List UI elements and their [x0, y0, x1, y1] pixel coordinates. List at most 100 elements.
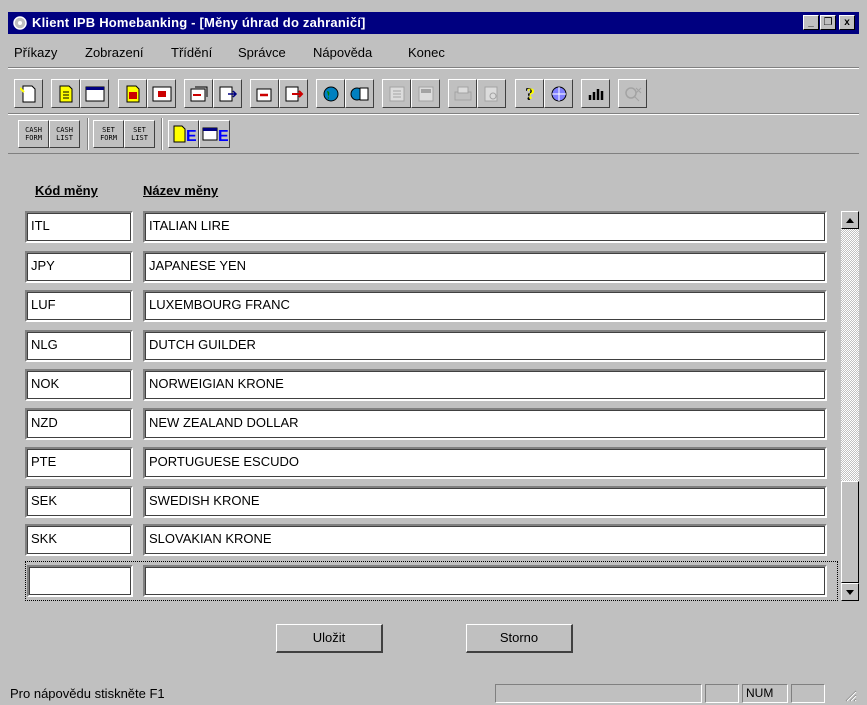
svg-text:E: E	[218, 128, 228, 144]
status-pane-caps	[705, 684, 739, 703]
help-button[interactable]: ??	[515, 79, 544, 108]
secondary-toolbar: CASH FORM CASH LIST SET FORM SET LIST E …	[8, 116, 859, 152]
menu-prikazy[interactable]: Příkazy	[14, 45, 57, 60]
currency-code-field[interactable]: SEK	[25, 486, 133, 518]
form-view-button[interactable]	[80, 79, 109, 108]
currency-code-field[interactable]: NOK	[25, 369, 133, 401]
vertical-scrollbar[interactable]	[841, 211, 859, 601]
disconnect-bank-button[interactable]	[345, 79, 374, 108]
set-form-button[interactable]: SET FORM	[93, 120, 124, 148]
set-list-label-top: SET	[133, 126, 146, 134]
new-currency-name-field[interactable]	[143, 565, 827, 597]
app-icon	[13, 16, 27, 30]
title-bar[interactable]: Klient IPB Homebanking - [Měny úhrad do …	[8, 12, 859, 34]
set-form-label-bottom: FORM	[100, 134, 117, 142]
menu-zobrazeni[interactable]: Zobrazení	[85, 45, 144, 60]
currency-name-field[interactable]: NEW ZEALAND DOLLAR	[143, 408, 827, 440]
currency-code-field[interactable]: PTE	[25, 447, 133, 479]
edit-document-icon	[59, 85, 72, 102]
currency-name-field[interactable]: SWEDISH KRONE	[143, 486, 827, 518]
detail-view-button[interactable]	[411, 79, 440, 108]
currency-code-field[interactable]: JPY	[25, 251, 133, 283]
delete-document-icon	[126, 85, 139, 102]
currency-code-field[interactable]: SKK	[25, 524, 133, 556]
app-window: Klient IPB Homebanking - [Měny úhrad do …	[8, 0, 859, 705]
import-icon	[190, 86, 207, 101]
cash-list-label-bottom: LIST	[56, 134, 73, 142]
minimize-button[interactable]: _	[803, 15, 819, 30]
print-preview-button[interactable]	[477, 79, 506, 108]
globe-help-icon	[551, 86, 566, 101]
print-button[interactable]	[448, 79, 477, 108]
currency-name-field[interactable]: LUXEMBOURG FRANC	[143, 290, 827, 322]
scroll-down-arrow-icon	[846, 589, 854, 595]
export-button[interactable]	[213, 79, 242, 108]
cash-list-label-top: CASH	[56, 126, 73, 134]
edit-form-e-button[interactable]: E	[168, 120, 199, 148]
currency-code-field[interactable]: LUF	[25, 290, 133, 322]
statistics-button[interactable]	[581, 79, 610, 108]
status-pane-main	[495, 684, 702, 703]
delete-document-button[interactable]	[118, 79, 147, 108]
currency-code-field[interactable]: NZD	[25, 408, 133, 440]
currency-name-field[interactable]: SLOVAKIAN KRONE	[143, 524, 827, 556]
menu-trideni[interactable]: Třídění	[171, 45, 212, 60]
connect-bank-button[interactable]	[316, 79, 345, 108]
list-form-e-button[interactable]: E	[199, 120, 230, 148]
scroll-up-button[interactable]	[841, 211, 859, 229]
currency-code-field[interactable]: NLG	[25, 330, 133, 362]
currency-name-field[interactable]: JAPANESE YEN	[143, 251, 827, 283]
save-button[interactable]: Uložit	[276, 624, 383, 653]
currency-name-field[interactable]: DUTCH GUILDER	[143, 330, 827, 362]
globe-icon	[323, 86, 338, 101]
resize-grip-icon[interactable]	[843, 688, 857, 702]
currency-name-field[interactable]: NORWEIGIAN KRONE	[143, 369, 827, 401]
cancel-button[interactable]: Storno	[466, 624, 573, 653]
set-list-button[interactable]: SET LIST	[124, 120, 155, 148]
menu-napoveda[interactable]: Nápověda	[313, 45, 372, 60]
cash-form-button[interactable]: CASH FORM	[18, 120, 49, 148]
bar-chart-icon	[588, 88, 603, 100]
cash-list-button[interactable]: CASH LIST	[49, 120, 80, 148]
form-view-icon	[85, 86, 104, 101]
svg-text:?: ?	[527, 86, 535, 103]
toolbar-divider	[8, 67, 859, 69]
export-icon	[219, 86, 237, 101]
scroll-up-arrow-icon	[846, 217, 854, 223]
list-view-icon	[389, 86, 404, 101]
menu-spravce[interactable]: Správce	[238, 45, 286, 60]
new-currency-code-field[interactable]	[27, 565, 133, 597]
delete-record-button[interactable]	[147, 79, 176, 108]
window-title: Klient IPB Homebanking - [Měny úhrad do …	[32, 15, 366, 30]
status-bar: Pro nápovědu stiskněte F1 NUM	[8, 683, 859, 705]
scroll-down-button[interactable]	[841, 583, 859, 601]
new-document-icon	[19, 85, 35, 102]
new-document-button[interactable]	[14, 79, 43, 108]
delete-record-icon	[152, 86, 171, 101]
cash-form-label-bottom: FORM	[25, 134, 42, 142]
globe-document-icon	[350, 87, 368, 100]
currency-code-field[interactable]: ITL	[25, 211, 133, 243]
web-help-button[interactable]	[544, 79, 573, 108]
menu-bar: Příkazy Zobrazení Třídění Správce Nápově…	[8, 40, 859, 64]
send-record-button[interactable]	[279, 79, 308, 108]
list-view-button[interactable]	[382, 79, 411, 108]
scrollbar-thumb[interactable]	[841, 481, 859, 583]
main-toolbar: ??	[8, 73, 859, 113]
restore-button[interactable]: ❐	[820, 15, 836, 30]
import-button[interactable]	[184, 79, 213, 108]
column-header-code: Kód měny	[35, 183, 98, 198]
edit-document-button[interactable]	[51, 79, 80, 108]
currency-name-field[interactable]: PORTUGUESE ESCUDO	[143, 447, 827, 479]
print-preview-icon	[484, 86, 497, 101]
menu-konec[interactable]: Konec	[408, 45, 445, 60]
column-header-name: Název měny	[143, 183, 219, 198]
status-hint: Pro nápovědu stiskněte F1	[10, 686, 165, 701]
toolbar-separator	[161, 118, 163, 150]
cash-form-label-top: CASH	[25, 126, 42, 134]
currency-name-field[interactable]: ITALIAN LIRE	[143, 211, 827, 243]
send-button[interactable]	[250, 79, 279, 108]
cancel-search-button[interactable]	[618, 79, 647, 108]
close-button[interactable]: x	[839, 15, 855, 30]
search-cancel-icon	[624, 86, 641, 101]
